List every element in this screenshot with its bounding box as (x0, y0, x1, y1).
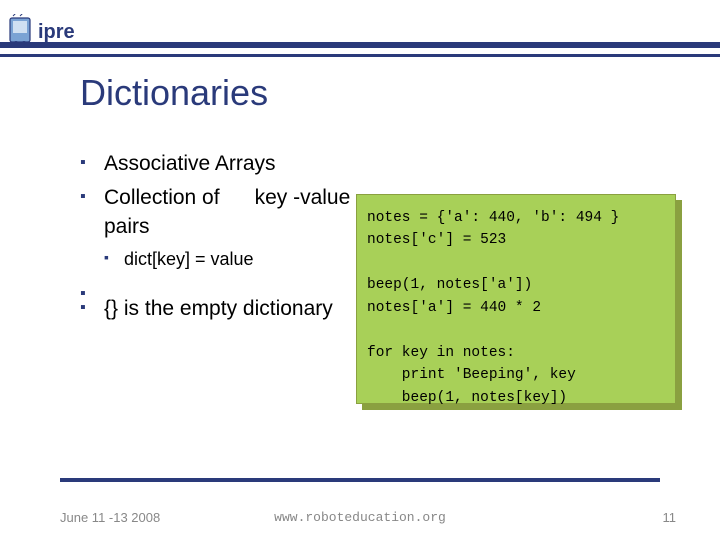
bullet-item: Collection of key -value pairs dict[key]… (80, 184, 360, 271)
bullet-text: {} is the empty dictionary (104, 297, 333, 320)
code-box: notes = {'a': 440, 'b': 494 } notes['c']… (356, 194, 676, 404)
logo-text: ipre (38, 21, 75, 43)
bullet-item: {} is the empty dictionary (80, 295, 360, 323)
bullet-text: Collection of key -value pairs (104, 186, 356, 237)
bottom-rule (60, 478, 660, 482)
footer-url: www.roboteducation.org (0, 510, 720, 525)
sub-bullet-item: dict[key] = value (104, 247, 360, 271)
bullet-item: Associative Arrays (80, 150, 360, 178)
footer-page-number: 11 (663, 510, 677, 525)
bullet-text: Associative Arrays (104, 152, 276, 175)
slide-title: Dictionaries (80, 72, 268, 114)
top-rule-thin (0, 54, 720, 57)
ipre-logo: ipre (8, 14, 98, 54)
bullet-content: Associative Arrays Collection of key -va… (80, 150, 360, 330)
slide: ipre Dictionaries Associative Arrays Col… (0, 0, 720, 540)
spacer (80, 281, 360, 289)
sub-bullet-text: dict[key] = value (124, 249, 254, 269)
top-rule-thick (0, 42, 720, 48)
